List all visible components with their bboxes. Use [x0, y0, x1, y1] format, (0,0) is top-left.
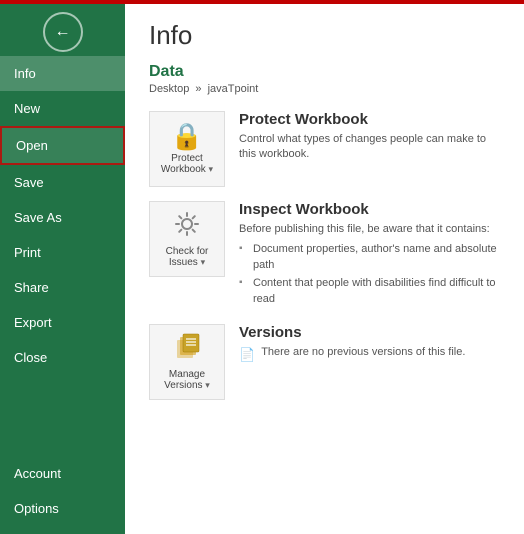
file-section-name: Data [149, 63, 500, 81]
page-title: Info [149, 20, 500, 51]
lock-icon: 🔒 [171, 123, 203, 149]
versions-desc: 📄 There are no previous versions of this… [239, 345, 500, 364]
sidebar-item-label: Options [14, 501, 59, 516]
protect-workbook-title: Protect Workbook [239, 111, 500, 128]
inspect-workbook-text: Inspect Workbook Before publishing this … [239, 201, 500, 310]
sidebar-item-save[interactable]: Save [0, 165, 125, 200]
top-accent-bar [0, 0, 524, 4]
sidebar-item-options[interactable]: Options [0, 491, 125, 526]
check-issues-button[interactable]: Check forIssues ▾ [149, 201, 225, 277]
protect-workbook-button[interactable]: 🔒 ProtectWorkbook ▾ [149, 111, 225, 187]
sidebar-item-label: Info [14, 66, 36, 81]
sidebar-item-label: Open [16, 138, 48, 153]
sidebar-item-open[interactable]: Open [0, 126, 125, 165]
file-section: Data Desktop » javaTpoint [149, 63, 500, 95]
inspect-workbook-card: Check forIssues ▾ Inspect Workbook Befor… [149, 201, 500, 310]
sidebar-item-label: Save [14, 175, 44, 190]
sidebar-item-share[interactable]: Share [0, 270, 125, 305]
list-item-2: Content that people with disabilities fi… [239, 276, 500, 307]
protect-workbook-text: Protect Workbook Control what types of c… [239, 111, 500, 163]
protect-workbook-card: 🔒 ProtectWorkbook ▾ Protect Workbook Con… [149, 111, 500, 187]
sidebar-item-info[interactable]: Info [0, 56, 125, 91]
inspect-workbook-desc: Before publishing this file, be aware th… [239, 222, 500, 237]
sidebar-item-label: Account [14, 466, 61, 481]
check-issues-icon-label: Check forIssues ▾ [166, 246, 209, 268]
sidebar-item-label: Share [14, 280, 49, 295]
path-separator: » [195, 83, 204, 95]
sidebar-item-label: Save As [14, 210, 62, 225]
sidebar-item-account[interactable]: Account [0, 456, 125, 491]
file-path: Desktop » javaTpoint [149, 83, 500, 95]
sidebar-item-new[interactable]: New [0, 91, 125, 126]
sidebar-item-label: New [14, 101, 40, 116]
manage-versions-button[interactable]: ManageVersions ▾ [149, 324, 225, 400]
versions-icon [172, 333, 202, 365]
main-content: Info Data Desktop » javaTpoint 🔒 Protect… [125, 0, 524, 534]
sidebar-item-print[interactable]: Print [0, 235, 125, 270]
versions-title: Versions [239, 324, 500, 341]
protect-workbook-icon-label: ProtectWorkbook ▾ [161, 153, 213, 175]
inspect-icon [173, 210, 201, 242]
versions-desc-text: There are no previous versions of this f… [261, 345, 465, 360]
sidebar-item-label: Close [14, 350, 47, 365]
sidebar-item-save-as[interactable]: Save As [0, 200, 125, 235]
back-icon: ← [55, 23, 71, 41]
list-item-1: Document properties, author's name and a… [239, 242, 500, 273]
sidebar-item-close[interactable]: Close [0, 340, 125, 375]
sidebar-item-label: Export [14, 315, 52, 330]
path-javatpoint: javaTpoint [208, 83, 259, 95]
sidebar-bottom: Account Options [0, 456, 125, 526]
path-desktop: Desktop [149, 83, 189, 95]
sidebar-item-export[interactable]: Export [0, 305, 125, 340]
inspect-workbook-title: Inspect Workbook [239, 201, 500, 218]
versions-text: Versions 📄 There are no previous version… [239, 324, 500, 364]
inspect-workbook-list: Document properties, author's name and a… [239, 242, 500, 307]
manage-versions-icon-label: ManageVersions ▾ [164, 369, 210, 391]
sidebar: ← Info New Open Save Save As Print Share… [0, 0, 125, 534]
versions-icon-small: 📄 [239, 346, 255, 364]
back-button[interactable]: ← [43, 12, 83, 52]
protect-workbook-desc: Control what types of changes people can… [239, 132, 500, 163]
versions-card: ManageVersions ▾ Versions 📄 There are no… [149, 324, 500, 400]
sidebar-item-label: Print [14, 245, 41, 260]
